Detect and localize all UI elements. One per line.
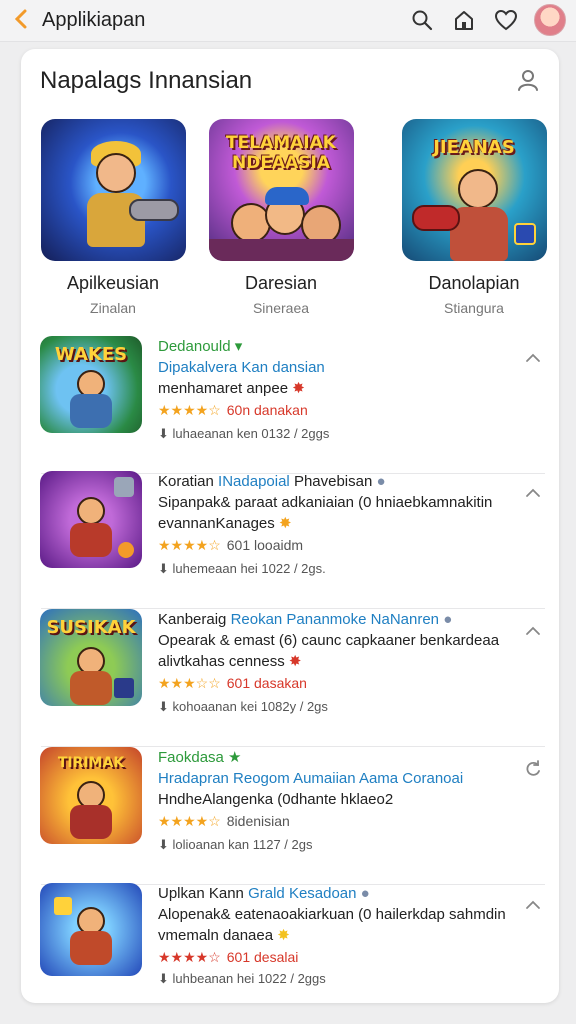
app-developer: Dedanould ▾	[158, 338, 243, 355]
app-meta: ⬇ lolioanan kan 1127 / 2gs	[158, 837, 313, 852]
app-icon: TIRIMAK	[40, 747, 142, 844]
featured-banner-text: TELAMAIAK NDEAASIA	[226, 133, 336, 173]
app-developer: Kanberaig Reokan Pananmoke NaNanren ●	[158, 611, 453, 628]
app-developer: Koratian INadapoial Phavebisan ●	[158, 473, 386, 490]
search-icon[interactable]	[408, 6, 436, 34]
featured-name: Daresian	[244, 273, 318, 293]
app-developer: Uplkan Kann Grald Kesadoan ●	[158, 885, 370, 902]
app-info: Kanberaig Reokan Pananmoke NaNanren ● Op…	[158, 609, 508, 718]
rating-stars: ★★★★☆ 60n danakan	[158, 402, 308, 418]
rating-label: 8idenisian	[226, 813, 290, 829]
chevron-up-icon[interactable]	[523, 621, 543, 641]
app-tagline: vmemaln danaea ✸	[158, 927, 290, 944]
app-icon: SUSIKAK	[40, 609, 142, 706]
app-meta: ⬇ luhbeanan hei 1022 / 2ggs	[158, 971, 326, 986]
app-description: Sipanpak& paraat adkaniaian (0 hniaebkam…	[158, 494, 493, 511]
chevron-up-icon[interactable]	[523, 348, 543, 368]
app-tagline: HndheAlangenka (0dhante hklaeo2	[158, 791, 394, 808]
list-item[interactable]: Koratian INadapoial Phavebisan ● Sipanpa…	[21, 471, 559, 609]
app-icon-text: TIRIMAK	[57, 755, 125, 771]
list-item[interactable]: TIRIMAK Faokdasa ★ Hradapran Reogom Auma…	[21, 747, 559, 885]
featured-artwork: TELAMAIAK NDEAASIA	[208, 119, 354, 261]
list-item[interactable]: WAKES Dedanould ▾ Dipakalvera Kan dansia…	[21, 336, 559, 474]
app-title[interactable]: Dipakalvera Kan dansian	[158, 357, 508, 378]
avatar[interactable]	[534, 4, 566, 36]
app-tagline: menhamaret anpee ✸	[158, 380, 305, 397]
app-meta: ⬇ kohoaanan kei 1082y / 2gs	[158, 699, 328, 714]
rating-label: 601 desalai	[226, 949, 299, 965]
app-title: Applikiapan	[42, 9, 146, 31]
featured-name: Danolapian	[428, 273, 520, 293]
home-icon[interactable]	[450, 6, 478, 34]
top-bar: Applikiapan	[0, 0, 576, 42]
featured-subtitle: Stiangura	[444, 300, 504, 316]
featured-subtitle: Sineraea	[252, 300, 310, 316]
app-icon-text: SUSIKAK	[46, 617, 136, 638]
featured-banner-text: JIEANAS	[433, 137, 515, 158]
back-chevron-icon[interactable]	[14, 9, 36, 33]
section-title: Napalags Innansian	[40, 67, 253, 94]
featured-subtitle: Zinalan	[90, 300, 136, 316]
app-info: Dedanould ▾ Dipakalvera Kan dansian menh…	[158, 336, 508, 445]
app-info: Koratian INadapoial Phavebisan ● Sipanpa…	[158, 471, 508, 580]
rating-stars: ★★★★☆ 8idenisian	[158, 813, 290, 829]
app-tagline: alivtkahas cenness ✸	[158, 653, 302, 670]
app-icon-text: WAKES	[54, 344, 128, 365]
refresh-icon[interactable]	[523, 759, 543, 779]
featured-item[interactable]: Apilkeusian Zinalan	[38, 119, 188, 316]
app-title[interactable]: Hradapran Reogom Aumaiian Aama Coranoai	[158, 768, 508, 789]
app-icon	[40, 471, 142, 568]
app-description: Opearak & emast (6) caunc capkaaner benk…	[158, 632, 500, 649]
featured-artwork: JIEANAS	[401, 119, 547, 261]
app-developer: Faokdasa ★	[158, 749, 242, 766]
featured-artwork	[40, 119, 186, 261]
rating-label: 60n danakan	[226, 402, 308, 418]
rating-label: 601 looaidm	[226, 537, 304, 553]
app-icon	[40, 883, 142, 976]
list-item[interactable]: SUSIKAK Kanberaig Reokan Pananmoke NaNan…	[21, 609, 559, 747]
app-meta: ⬇ luhemeaan hei 1022 / 2gs.	[158, 561, 326, 576]
heart-icon[interactable]	[492, 6, 520, 34]
profile-icon[interactable]	[515, 67, 541, 93]
app-tagline: evannanKanages ✸	[158, 515, 292, 532]
app-info: Uplkan Kann Grald Kesadoan ● Alopenak& e…	[158, 883, 508, 990]
app-icon: WAKES	[40, 336, 142, 433]
list-item[interactable]: Uplkan Kann Grald Kesadoan ● Alopenak& e…	[21, 883, 559, 995]
rating-stars: ★★★★☆ 601 desalai	[158, 949, 299, 965]
rating-stars: ★★★★☆ 601 looaidm	[158, 537, 304, 553]
content-card: Napalags Innansian Apilkeusian Zinalan T…	[21, 49, 559, 1003]
app-description: Alopenak& eatenaoakiarkuan (0 hailerkdap…	[158, 906, 506, 923]
featured-item[interactable]: JIEANAS Danolapian Stiangura	[399, 119, 549, 316]
featured-name: Apilkeusian	[66, 273, 160, 293]
app-info: Faokdasa ★ Hradapran Reogom Aumaiian Aam…	[158, 747, 508, 856]
rating-stars: ★★★☆☆ 601 dasakan	[158, 675, 307, 691]
top-actions	[408, 4, 566, 36]
chevron-up-icon[interactable]	[523, 483, 543, 503]
app-meta: ⬇ luhaeanan ken 0132 / 2ggs	[158, 426, 330, 441]
featured-item[interactable]: TELAMAIAK NDEAASIA Daresian Sineraea	[206, 119, 356, 316]
rating-label: 601 dasakan	[226, 675, 307, 691]
chevron-up-icon[interactable]	[523, 895, 543, 915]
